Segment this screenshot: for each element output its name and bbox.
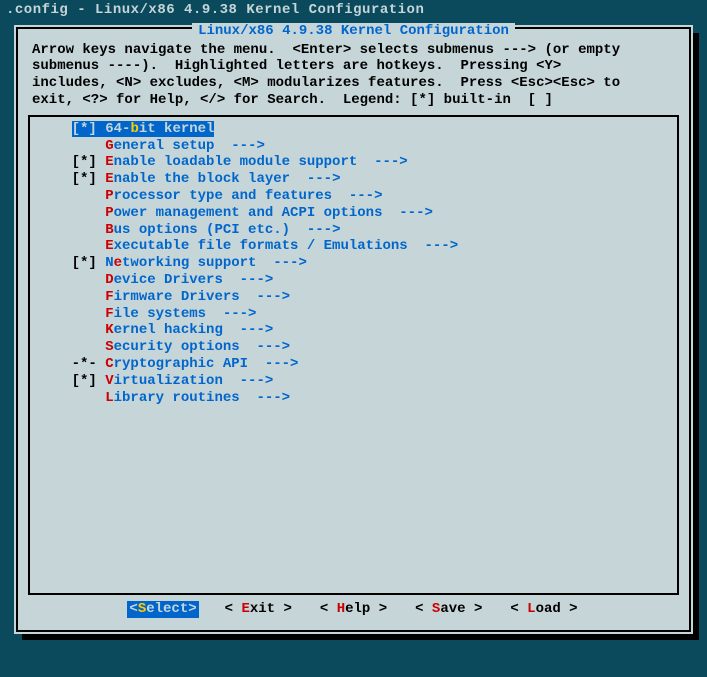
menu-marker <box>38 322 105 338</box>
menu-marker <box>38 390 105 406</box>
submenu-arrow: ---> <box>290 222 340 238</box>
menu-item[interactable]: Device Drivers ---> <box>38 272 669 289</box>
menu-marker <box>38 289 105 305</box>
window-title: .config - Linux/x86 4.9.38 Kernel Config… <box>0 0 707 21</box>
menu-label: Security options <box>105 339 239 355</box>
submenu-arrow: ---> <box>206 306 256 322</box>
submenu-arrow: ---> <box>332 188 382 204</box>
menu-marker <box>38 306 105 322</box>
menu-marker <box>38 222 105 238</box>
select-button[interactable]: <Select> <box>127 601 198 618</box>
menu-label: Library routines <box>105 390 239 406</box>
menu-marker <box>38 238 105 254</box>
menu-label: Enable loadable module support <box>105 154 357 170</box>
menu-item[interactable]: Power management and ACPI options ---> <box>38 205 669 222</box>
menu-marker <box>38 138 105 154</box>
menu-item[interactable]: Processor type and features ---> <box>38 188 669 205</box>
submenu-arrow: ---> <box>357 154 407 170</box>
submenu-arrow: ---> <box>240 390 290 406</box>
menu-item[interactable]: Executable file formats / Emulations ---… <box>38 238 669 255</box>
submenu-arrow: ---> <box>223 272 273 288</box>
shadow <box>22 634 699 640</box>
menu-label: Virtualization <box>105 373 223 389</box>
menu-item[interactable]: [*] Enable the block layer ---> <box>38 171 669 188</box>
submenu-arrow: ---> <box>240 289 290 305</box>
menu-label: Power management and ACPI options <box>105 205 382 221</box>
submenu-arrow: ---> <box>256 255 306 271</box>
menu-label: Processor type and features <box>105 188 332 204</box>
save-button[interactable]: < Save > <box>413 601 484 618</box>
menu-item[interactable]: -*- Cryptographic API ---> <box>38 356 669 373</box>
menu-marker: [*] <box>38 171 105 187</box>
dialog-window: Linux/x86 4.9.38 Kernel Configuration Ar… <box>14 25 693 634</box>
menu-marker <box>38 205 105 221</box>
menu-item[interactable]: Library routines ---> <box>38 390 669 407</box>
menu-label: Kernel hacking <box>105 322 223 338</box>
menu-label: File systems <box>105 306 206 322</box>
dialog-title: Linux/x86 4.9.38 Kernel Configuration <box>28 23 679 40</box>
menu-label: Executable file formats / Emulations <box>105 238 407 254</box>
help-button[interactable]: < Help > <box>318 601 389 618</box>
shadow <box>693 33 699 640</box>
menu-label: General setup <box>105 138 214 154</box>
menu-label: Bus options (PCI etc.) <box>105 222 290 238</box>
menu-item[interactable]: [*] 64-bit kernel <box>38 121 214 138</box>
menu-item[interactable]: Firmware Drivers ---> <box>38 289 669 306</box>
menu-item[interactable]: [*] Virtualization ---> <box>38 373 669 390</box>
menu-marker: [*] <box>38 154 105 170</box>
submenu-arrow: ---> <box>214 138 264 154</box>
submenu-arrow: ---> <box>240 339 290 355</box>
submenu-arrow: ---> <box>382 205 432 221</box>
menu-item[interactable]: [*] Enable loadable module support ---> <box>38 154 669 171</box>
menu-label: Firmware Drivers <box>105 289 239 305</box>
menu-item[interactable]: Bus options (PCI etc.) ---> <box>38 222 669 239</box>
menu-marker <box>38 272 105 288</box>
menu-marker <box>38 339 105 355</box>
menu-marker: -*- <box>38 356 105 372</box>
menu-label: Networking support <box>105 255 256 271</box>
button-row: <Select> < Exit > < Help > < Save > < Load > <box>28 595 679 622</box>
menu-label: Enable the block layer <box>105 171 290 187</box>
menu-label: Cryptographic API <box>105 356 248 372</box>
exit-button[interactable]: < Exit > <box>223 601 294 618</box>
menu-marker: [*] <box>38 373 105 389</box>
submenu-arrow: ---> <box>223 373 273 389</box>
submenu-arrow: ---> <box>290 171 340 187</box>
menu-item[interactable]: Kernel hacking ---> <box>38 322 669 339</box>
menu-marker <box>38 188 105 204</box>
menu-item[interactable]: [*] Networking support ---> <box>38 255 669 272</box>
menu-box: [*] 64-bit kernel General setup ---> [*]… <box>28 115 679 595</box>
menu-item[interactable]: General setup ---> <box>38 138 669 155</box>
submenu-arrow: ---> <box>223 322 273 338</box>
help-text: Arrow keys navigate the menu. <Enter> se… <box>28 42 679 115</box>
submenu-arrow: ---> <box>248 356 298 372</box>
menu-item[interactable]: Security options ---> <box>38 339 669 356</box>
load-button[interactable]: < Load > <box>508 601 579 618</box>
menu-label: Device Drivers <box>105 272 223 288</box>
submenu-arrow: ---> <box>408 238 458 254</box>
menu-item[interactable]: File systems ---> <box>38 306 669 323</box>
menu-marker: [*] <box>38 255 105 271</box>
